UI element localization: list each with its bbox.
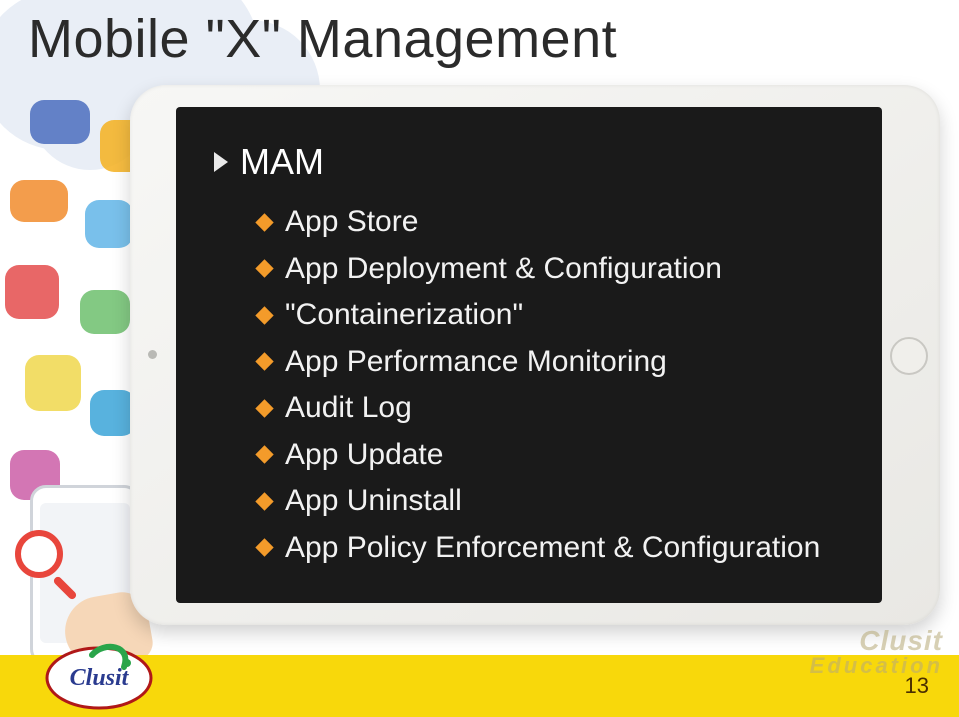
list-item-label: Audit Log: [285, 385, 412, 432]
logo-text: Clusit: [70, 665, 130, 691]
list-item: App Deployment & Configuration: [258, 246, 844, 293]
section-heading-row: MAM: [214, 141, 844, 183]
watermark-line1: Clusit: [810, 627, 943, 655]
diamond-bullet-icon: [255, 306, 273, 324]
tablet-device: MAM App Store App Deployment & Configura…: [130, 85, 940, 625]
diamond-bullet-icon: [255, 260, 273, 278]
list-item-label: App Update: [285, 432, 443, 479]
diamond-bullet-icon: [255, 213, 273, 231]
bullet-list: App Store App Deployment & Configuration…: [214, 199, 844, 571]
list-item-label: App Store: [285, 199, 418, 246]
diamond-bullet-icon: [255, 539, 273, 557]
section-heading: MAM: [240, 141, 324, 183]
list-item: App Store: [258, 199, 844, 246]
list-item: App Uninstall: [258, 478, 844, 525]
slide-title: Mobile "X" Management: [28, 8, 617, 70]
list-item: Audit Log: [258, 385, 844, 432]
list-item: App Update: [258, 432, 844, 479]
diamond-bullet-icon: [255, 446, 273, 464]
triangle-bullet-icon: [214, 152, 228, 172]
diamond-bullet-icon: [255, 399, 273, 417]
diamond-bullet-icon: [255, 353, 273, 371]
list-item: App Policy Enforcement & Configuration: [258, 525, 844, 572]
list-item: App Performance Monitoring: [258, 339, 844, 386]
list-item-label: App Uninstall: [285, 478, 462, 525]
list-item-label: App Performance Monitoring: [285, 339, 667, 386]
list-item: "Containerization": [258, 292, 844, 339]
list-item-label: "Containerization": [285, 292, 523, 339]
diamond-bullet-icon: [255, 492, 273, 510]
magnifier-icon: [15, 530, 63, 578]
list-item-label: App Policy Enforcement & Configuration: [285, 525, 820, 572]
footer-bar: Clusit Clusit Education 13: [0, 655, 959, 717]
watermark-line2: Education: [810, 655, 943, 677]
clusit-logo: Clusit: [44, 633, 174, 711]
tablet-screen: MAM App Store App Deployment & Configura…: [176, 107, 882, 603]
list-item-label: App Deployment & Configuration: [285, 246, 722, 293]
education-watermark: Clusit Education: [810, 627, 943, 677]
